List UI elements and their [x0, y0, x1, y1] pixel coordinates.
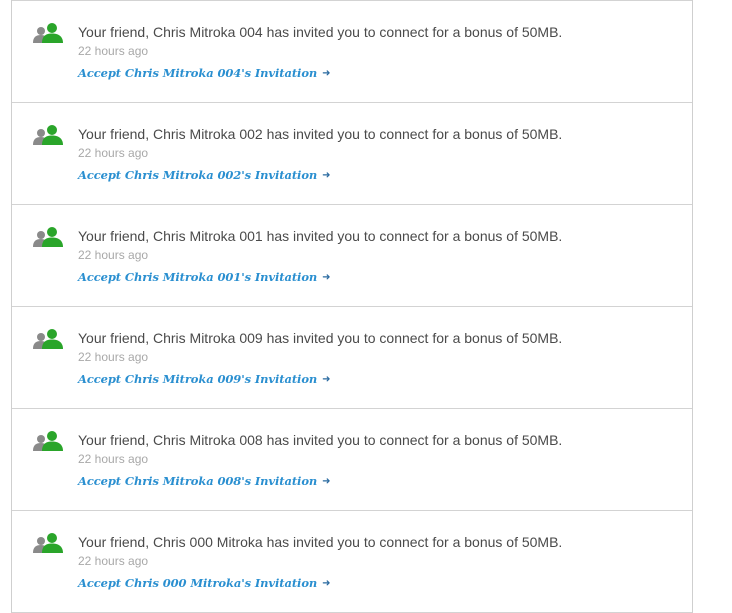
friends-icon	[33, 431, 63, 451]
invitation-item: Your friend, Chris Mitroka 008 has invit…	[12, 408, 692, 510]
accept-invitation-link[interactable]: Accept Chris 000 Mitroka's Invitation ➜	[78, 576, 331, 591]
accept-invitation-link[interactable]: Accept Chris Mitroka 004's Invitation ➜	[78, 66, 331, 81]
accept-invitation-label: Accept Chris Mitroka 002's Invitation	[78, 168, 318, 182]
accept-invitation-link[interactable]: Accept Chris Mitroka 008's Invitation ➜	[78, 474, 331, 489]
invitation-item: Your friend, Chris Mitroka 009 has invit…	[12, 306, 692, 408]
arrow-right-icon: ➜	[322, 68, 331, 79]
arrow-right-icon: ➜	[322, 272, 331, 283]
invitation-item: Your friend, Chris Mitroka 004 has invit…	[12, 0, 692, 102]
accept-invitation-link[interactable]: Accept Chris Mitroka 009's Invitation ➜	[78, 372, 331, 387]
invitation-time: 22 hours ago	[78, 146, 149, 160]
invitation-time: 22 hours ago	[78, 350, 149, 364]
invitation-time: 22 hours ago	[78, 44, 149, 58]
invitation-item: Your friend, Chris Mitroka 002 has invit…	[12, 102, 692, 204]
invitation-item: Your friend, Chris 000 Mitroka has invit…	[12, 510, 692, 613]
arrow-right-icon: ➜	[322, 476, 331, 487]
invitation-item: Your friend, Chris Mitroka 001 has invit…	[12, 204, 692, 306]
invitation-message: Your friend, Chris Mitroka 008 has invit…	[78, 432, 563, 448]
invitation-message: Your friend, Chris Mitroka 009 has invit…	[78, 330, 563, 346]
invitation-message: Your friend, Chris Mitroka 002 has invit…	[78, 126, 563, 142]
invitation-message: Your friend, Chris Mitroka 001 has invit…	[78, 228, 563, 244]
accept-invitation-label: Accept Chris 000 Mitroka's Invitation	[78, 576, 318, 590]
friends-icon	[33, 227, 63, 247]
friends-icon	[33, 125, 63, 145]
friends-icon	[33, 329, 63, 349]
invitation-time: 22 hours ago	[78, 452, 149, 466]
accept-invitation-label: Accept Chris Mitroka 001's Invitation	[78, 270, 318, 284]
invitation-time: 22 hours ago	[78, 248, 149, 262]
friends-icon	[33, 533, 63, 553]
accept-invitation-label: Accept Chris Mitroka 008's Invitation	[78, 474, 318, 488]
accept-invitation-link[interactable]: Accept Chris Mitroka 002's Invitation ➜	[78, 168, 331, 183]
friends-icon	[33, 23, 63, 43]
accept-invitation-label: Accept Chris Mitroka 004's Invitation	[78, 66, 318, 80]
invitation-message: Your friend, Chris Mitroka 004 has invit…	[78, 24, 563, 40]
accept-invitation-label: Accept Chris Mitroka 009's Invitation	[78, 372, 318, 386]
invitation-list: Your friend, Chris Mitroka 004 has invit…	[11, 0, 693, 613]
arrow-right-icon: ➜	[322, 170, 331, 181]
invitation-time: 22 hours ago	[78, 554, 149, 568]
accept-invitation-link[interactable]: Accept Chris Mitroka 001's Invitation ➜	[78, 270, 331, 285]
arrow-right-icon: ➜	[322, 374, 331, 385]
invitation-message: Your friend, Chris 000 Mitroka has invit…	[78, 534, 563, 550]
arrow-right-icon: ➜	[322, 578, 331, 589]
